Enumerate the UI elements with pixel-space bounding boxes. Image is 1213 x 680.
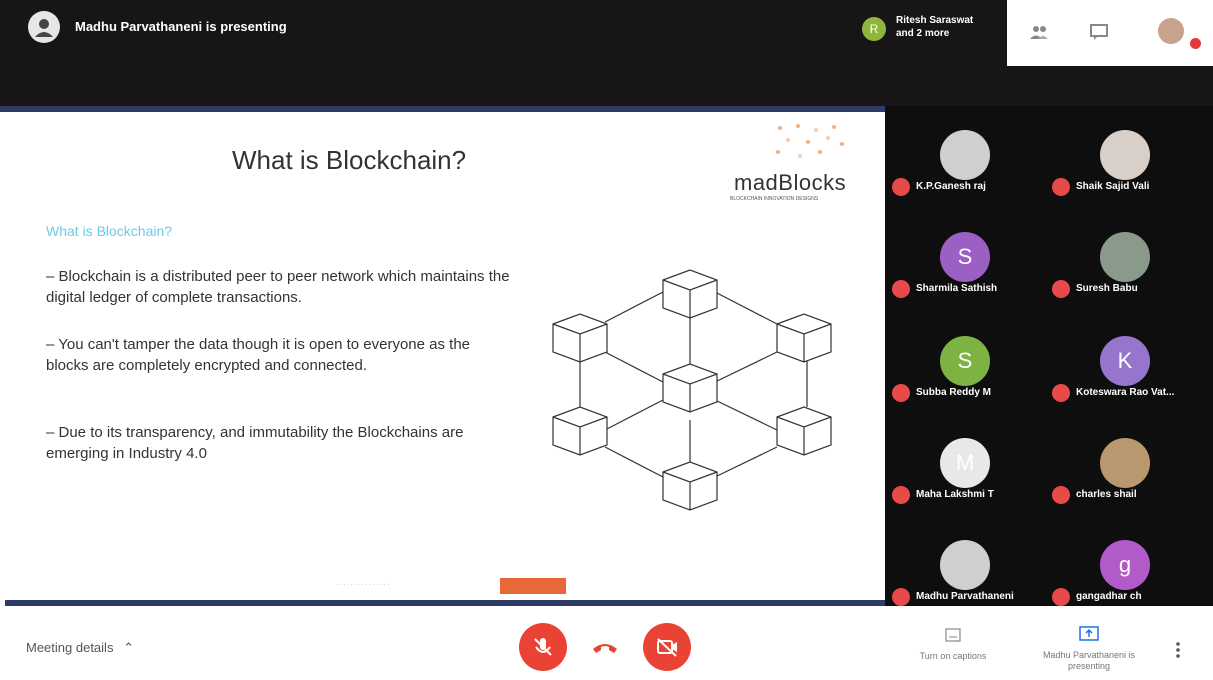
chevron-up-icon: ⌃ [123, 640, 134, 655]
participant-avatar [1100, 130, 1150, 180]
muted-icon [892, 384, 910, 402]
captions-icon [945, 628, 961, 642]
muted-icon [892, 588, 910, 606]
participant-avatar [1100, 438, 1150, 488]
phone-hangup-icon [593, 644, 617, 653]
blockchain-network-diagram [552, 269, 832, 511]
participant-name: Suresh Babu [1076, 283, 1138, 294]
slide-title: What is Blockchain? [232, 145, 467, 175]
slide-footer-text: · · · · · · · · · · · · · · · [336, 582, 390, 588]
participant-avatar [1100, 232, 1150, 282]
block-cube [552, 406, 608, 456]
viewer-avatar: R [862, 17, 886, 41]
block-cube [552, 313, 608, 363]
muted-icon [892, 178, 910, 196]
block-cube [662, 363, 718, 413]
muted-icon [892, 486, 910, 504]
block-cube [662, 461, 718, 511]
block-cube [662, 269, 718, 319]
participant-name: Koteswara Rao Vat... [1076, 387, 1175, 398]
hang-up-button[interactable] [590, 635, 620, 659]
meeting-details-label: Meeting details [26, 640, 114, 655]
participant-name: Subba Reddy M [916, 387, 992, 398]
captions-label: Turn on captions [919, 651, 987, 661]
logo-dots-icon [776, 124, 844, 158]
participant-avatar: g [1100, 540, 1150, 590]
logo-text: madBlocks [734, 170, 847, 195]
captions-button[interactable]: Turn on captions [898, 628, 1008, 661]
participant-avatar: M [940, 438, 990, 488]
muted-icon [892, 280, 910, 298]
slide-paragraph: – Blockchain is a distributed peer to pe… [46, 268, 510, 306]
participant-name: Maha Lakshmi T [916, 489, 994, 500]
presenter-avatar [28, 11, 60, 43]
participant-name: K.P.Ganesh raj [916, 181, 986, 192]
notification-badge [1190, 38, 1201, 49]
muted-icon [1052, 280, 1070, 298]
participant-name: Madhu Parvathaneni [916, 591, 1014, 602]
slide-subheading: What is Blockchain? [46, 223, 173, 239]
more-vertical-icon [1176, 642, 1180, 658]
slide-footer-badge [500, 578, 566, 594]
participant-name: charles shail [1076, 489, 1137, 500]
camera-off-button[interactable] [643, 623, 691, 671]
more-options-button[interactable] [1172, 640, 1184, 660]
mic-off-icon [534, 638, 552, 656]
muted-icon [1052, 588, 1070, 606]
mic-off-button[interactable] [519, 623, 567, 671]
participant-avatar [940, 130, 990, 180]
present-screen-icon [1079, 626, 1099, 641]
chat-icon[interactable] [1089, 22, 1109, 47]
slide-paragraph: – You can't tamper the data though it is… [46, 336, 470, 374]
participant-name: Shaik Sajid Vali [1076, 181, 1150, 192]
camera-off-icon [657, 638, 677, 657]
participant-name: Sharmila Sathish [916, 283, 998, 294]
participant-name: gangadhar ch [1076, 591, 1142, 602]
logo-tagline: BLOCKCHAIN INNOVATION DESIGNS [730, 196, 819, 202]
presenting-button[interactable]: Madhu Parvathaneni is presenting [1030, 626, 1148, 672]
meeting-details-button[interactable]: Meeting details ⌃ [26, 640, 134, 656]
participant-avatar [940, 540, 990, 590]
muted-icon [1052, 486, 1070, 504]
muted-icon [1052, 178, 1070, 196]
presenting-label: Madhu Parvathaneni is presenting [1042, 650, 1136, 671]
slide-paragraph: – Due to its transparency, and immutabil… [46, 424, 464, 462]
participant-avatar: K [1100, 336, 1150, 386]
block-cube [776, 406, 832, 456]
participant-avatar: S [940, 336, 990, 386]
self-avatar[interactable] [1158, 18, 1184, 44]
people-icon[interactable] [1029, 22, 1049, 47]
participant-avatar: S [940, 232, 990, 282]
viewers-text: Ritesh Saraswat and 2 more [896, 15, 974, 39]
muted-icon [1052, 384, 1070, 402]
presenting-status: Madhu Parvathaneni is presenting [75, 19, 287, 34]
block-cube [776, 313, 832, 363]
